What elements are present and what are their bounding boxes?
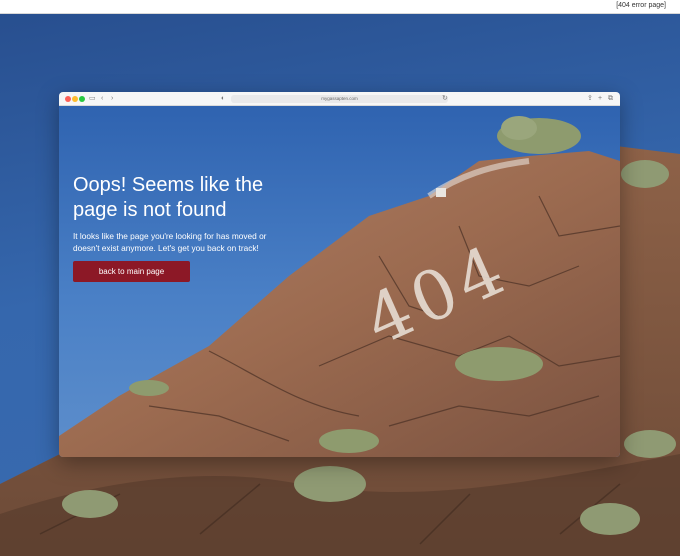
caption-bar: [404 error page] bbox=[0, 0, 680, 14]
browser-window: ▭ ‹ › ◐ mygassapten.com ↻ ⇪ + ⧉ 404 Oops… bbox=[59, 92, 620, 457]
heading-line-1: Oops! Seems like the bbox=[73, 174, 264, 196]
browser-toolbar: ▭ ‹ › ◐ mygassapten.com ↻ ⇪ + ⧉ bbox=[59, 92, 620, 106]
new-tab-icon[interactable]: + bbox=[598, 94, 602, 104]
page-description: It looks like the page you're looking fo… bbox=[73, 230, 303, 254]
forward-icon[interactable]: › bbox=[111, 94, 113, 104]
back-icon[interactable]: ‹ bbox=[101, 94, 103, 104]
description-line-2: doesn't exist anymore. Let's get you bac… bbox=[73, 243, 259, 253]
sidebar-icon[interactable]: ▭ bbox=[89, 94, 96, 104]
description-line-1: It looks like the page you're looking fo… bbox=[73, 231, 267, 241]
minimize-window-button[interactable] bbox=[72, 96, 78, 102]
page-viewport: 404 Oops! Seems like the page is not fou… bbox=[59, 106, 620, 457]
reload-icon[interactable]: ↻ bbox=[442, 94, 448, 104]
shield-icon[interactable]: ◐ bbox=[221, 94, 225, 104]
address-bar[interactable]: mygassapten.com bbox=[231, 95, 448, 103]
close-window-button[interactable] bbox=[65, 96, 71, 102]
rock-marker bbox=[436, 188, 446, 197]
heading-line-2: page is not found bbox=[73, 199, 227, 221]
tabs-icon[interactable]: ⧉ bbox=[608, 94, 613, 104]
image-caption: [404 error page] bbox=[616, 2, 666, 9]
url-text: mygassapten.com bbox=[321, 96, 358, 101]
share-icon[interactable]: ⇪ bbox=[587, 94, 593, 104]
page-heading: Oops! Seems like the page is not found bbox=[73, 173, 313, 223]
zoom-window-button[interactable] bbox=[79, 96, 85, 102]
back-to-main-page-button[interactable]: back to main page bbox=[73, 261, 190, 282]
